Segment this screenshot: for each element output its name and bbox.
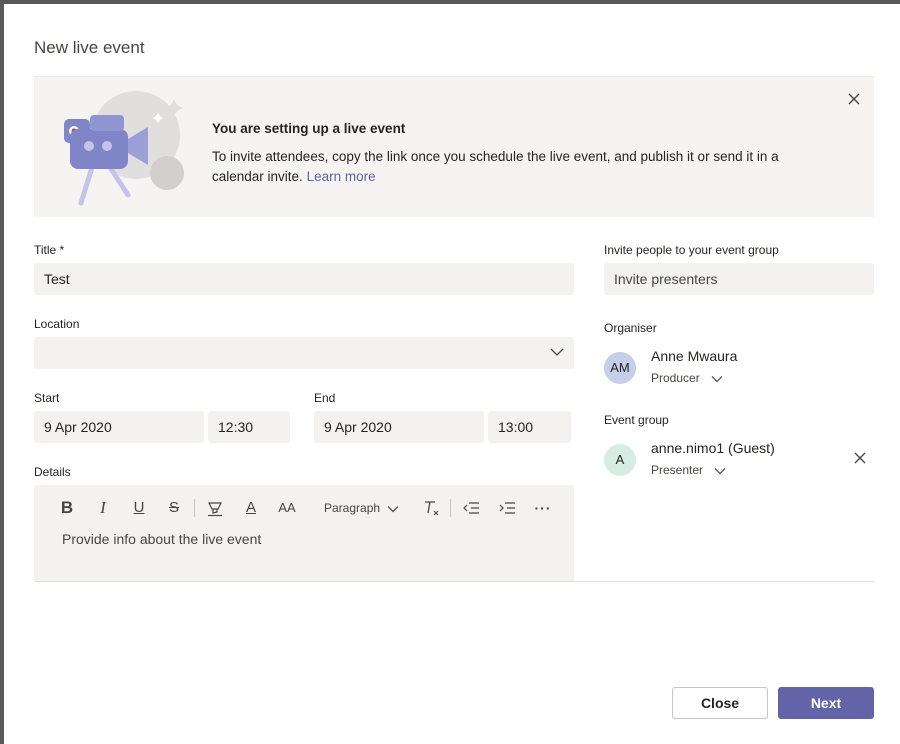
chevron-down-icon [387, 505, 399, 513]
avatar: AM [604, 352, 636, 384]
event-group-label: Event group [604, 413, 669, 427]
bold-icon[interactable]: B [58, 499, 76, 517]
organiser-name: Anne Mwaura [651, 348, 738, 364]
decrease-indent-icon[interactable] [462, 499, 480, 517]
organiser-role-dropdown[interactable]: Producer [651, 371, 723, 385]
member-role: Presenter [651, 463, 704, 477]
chevron-down-icon [714, 467, 726, 475]
camera-illustration-icon [64, 91, 184, 206]
new-live-event-dialog: New live event You are setting up a live… [4, 4, 900, 744]
details-label: Details [34, 465, 71, 479]
start-label: Start [34, 391, 60, 405]
underline-icon[interactable]: U [130, 499, 148, 517]
paragraph-dropdown[interactable]: Paragraph [324, 499, 402, 517]
clear-format-icon[interactable] [422, 499, 440, 517]
increase-indent-icon[interactable] [498, 499, 516, 517]
end-time-input[interactable]: 13:00 [488, 411, 571, 443]
dialog-title: New live event [34, 38, 145, 57]
learn-more-link[interactable]: Learn more [307, 169, 376, 184]
title-input[interactable]: Test [34, 263, 574, 295]
banner-body: To invite attendees, copy the link once … [212, 149, 779, 184]
avatar: A [604, 444, 636, 476]
start-time-input[interactable]: 12:30 [208, 411, 290, 443]
title-label: Title * [34, 243, 65, 257]
chevron-down-icon [711, 375, 723, 383]
organiser-role: Producer [651, 371, 700, 385]
end-date-input[interactable]: 9 Apr 2020 [314, 411, 484, 443]
banner-heading: You are setting up a live event [212, 121, 406, 136]
close-icon[interactable] [846, 91, 862, 107]
details-placeholder: Provide info about the live event [62, 531, 262, 547]
font-color-icon[interactable]: A [242, 499, 260, 517]
end-label: End [314, 391, 336, 405]
font-size-icon[interactable]: AA [276, 499, 298, 517]
close-icon[interactable] [853, 451, 867, 465]
highlight-icon[interactable] [206, 499, 224, 517]
member-role-dropdown[interactable]: Presenter [651, 463, 726, 477]
strikethrough-icon[interactable]: S [165, 499, 183, 517]
location-dropdown[interactable] [34, 337, 574, 369]
chevron-down-icon [550, 348, 564, 356]
close-button[interactable]: Close [672, 687, 768, 719]
more-options-icon[interactable]: ··· [532, 499, 554, 517]
location-label: Location [34, 317, 80, 331]
italic-icon[interactable]: I [94, 499, 112, 517]
invite-label: Invite people to your event group [604, 243, 779, 257]
invite-presenters-input[interactable]: Invite presenters [604, 263, 874, 295]
paragraph-label: Paragraph [324, 501, 381, 515]
banner-text: To invite attendees, copy the link once … [212, 147, 812, 187]
info-banner: You are setting up a live event To invit… [34, 76, 874, 217]
start-date-input[interactable]: 9 Apr 2020 [34, 411, 204, 443]
organiser-label: Organiser [604, 321, 657, 335]
toolbar-divider [194, 499, 195, 517]
member-name: anne.nimo1 (Guest) [651, 440, 775, 456]
details-editor[interactable]: B I U S A AA Paragraph ··· Provide info … [34, 485, 574, 581]
form-divider [34, 581, 874, 582]
toolbar-divider [450, 499, 451, 517]
next-button[interactable]: Next [778, 687, 874, 719]
